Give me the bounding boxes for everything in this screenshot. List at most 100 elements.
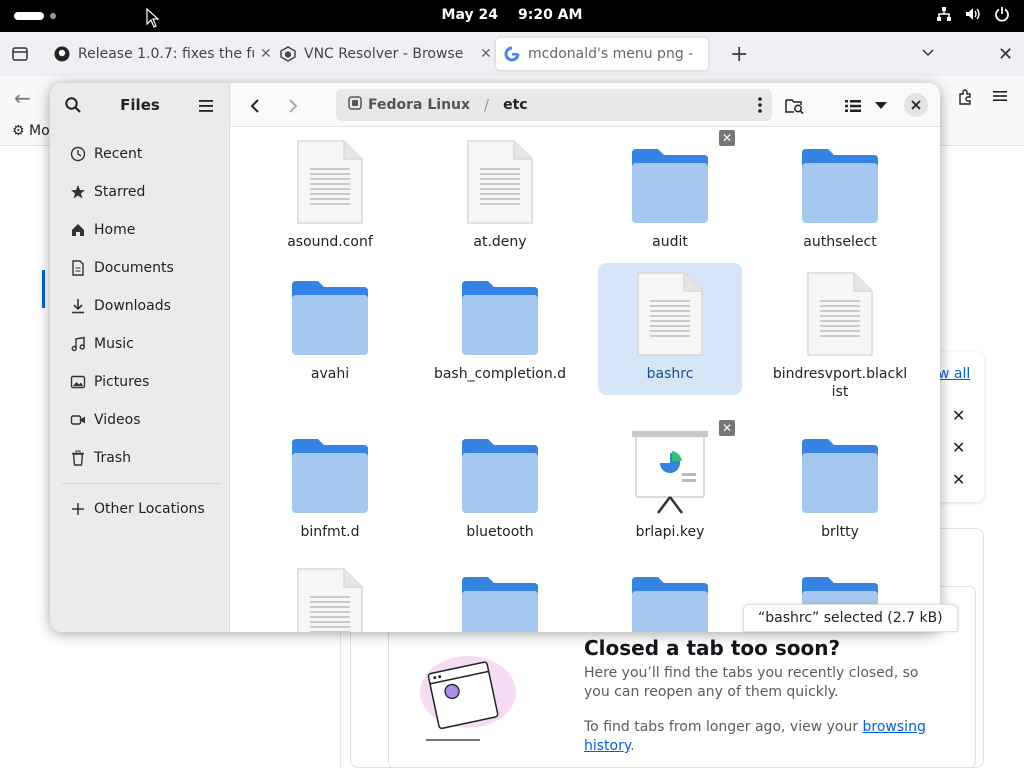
sidebar-item-label: Other Locations — [94, 501, 205, 517]
hamburger-menu-icon[interactable] — [992, 88, 1008, 108]
file-item[interactable] — [598, 559, 742, 632]
sidebar-item-other-locations[interactable]: Other Locations — [58, 490, 224, 528]
list-view-icon — [845, 100, 861, 112]
dismiss-icon[interactable]: ✕ — [952, 470, 965, 489]
sidebar-item-music[interactable]: Music — [58, 325, 224, 363]
file-item[interactable]: bluetooth — [428, 421, 572, 541]
file-name: avahi — [310, 366, 350, 382]
folder-icon — [630, 139, 710, 225]
folder-icon — [630, 567, 710, 632]
sidebar-item-recent[interactable]: Recent — [58, 135, 224, 173]
sidebar-item-label: Trash — [94, 450, 131, 466]
file-item[interactable]: at.deny — [428, 131, 572, 251]
system-tray[interactable] — [936, 6, 1010, 22]
file-item[interactable] — [258, 559, 402, 632]
back-button[interactable] — [242, 93, 268, 119]
sidebar-item-documents[interactable]: Documents — [58, 249, 224, 287]
view-options-button[interactable] — [868, 93, 894, 119]
sidebar-item-label: Documents — [94, 260, 174, 276]
extensions-icon[interactable] — [956, 88, 974, 110]
clock-icon — [70, 146, 86, 162]
file-item[interactable]: binfmt.d — [258, 421, 402, 541]
close-button[interactable] — [904, 93, 928, 117]
sidebar-item-label: Starred — [94, 184, 146, 200]
sidebar-item-home[interactable]: Home — [58, 211, 224, 249]
file-name: brlapi.key — [635, 524, 705, 540]
file-name: bashrc — [646, 366, 694, 382]
file-item[interactable]: bindresvport.blacklist — [768, 263, 912, 401]
sidebar-item-starred[interactable]: Starred — [58, 173, 224, 211]
clock-time: 9:20 AM — [517, 7, 583, 23]
dismiss-icon[interactable]: ✕ — [952, 406, 965, 425]
closed-tabs-hint: To find tabs from longer ago, view your … — [584, 718, 934, 756]
file-item[interactable]: authselect — [768, 131, 912, 251]
chevron-left-icon — [250, 99, 259, 113]
folder-icon — [290, 429, 370, 515]
view-all-link[interactable]: w all — [938, 366, 970, 382]
path-current[interactable]: etc — [503, 97, 528, 113]
browser-tab-1[interactable]: Release 1.0.7: fixes the fu ✕ — [46, 38, 280, 70]
star-icon — [70, 184, 86, 200]
sidebar-active-indicator — [42, 270, 45, 308]
close-window-icon[interactable]: ✕ — [998, 44, 1013, 65]
path-separator: / — [484, 96, 490, 114]
list-view-button[interactable] — [840, 93, 866, 119]
file-name: brltty — [821, 524, 859, 540]
file-item[interactable]: bash_completion.d — [428, 263, 572, 383]
files-headerbar: Fedora Linux / etc — [230, 83, 940, 127]
file-item[interactable]: brltty — [768, 421, 912, 541]
clock-date: May 24 — [441, 7, 498, 23]
file-item[interactable]: asound.conf — [258, 131, 402, 251]
tab-list-button[interactable] — [6, 40, 34, 68]
sidebar-item-videos[interactable]: Videos — [58, 401, 224, 439]
sidebar-item-label: Downloads — [94, 298, 171, 314]
file-name: bluetooth — [466, 524, 534, 540]
folder-icon — [460, 567, 540, 632]
file-name: authselect — [803, 234, 877, 250]
sidebar-item-label: Home — [94, 222, 136, 238]
google-icon — [504, 46, 520, 62]
close-tab-icon[interactable]: ✕ — [480, 46, 492, 62]
file-item[interactable] — [428, 559, 572, 632]
file-item[interactable]: avahi — [258, 263, 402, 383]
text-file-icon — [296, 139, 364, 225]
selection-status: “bashrc” selected (2.7 kB) — [743, 604, 958, 632]
tab-title: Release 1.0.7: fixes the fu — [78, 46, 254, 62]
path-bar[interactable]: Fedora Linux / etc — [336, 89, 772, 121]
folder-icon — [460, 429, 540, 515]
hint-suffix: . — [630, 738, 635, 754]
more-options-icon[interactable] — [758, 96, 762, 118]
dismiss-icon[interactable]: ✕ — [952, 438, 965, 457]
sidebar-item-pictures[interactable]: Pictures — [58, 363, 224, 401]
sidebar-item-label: Music — [94, 336, 134, 352]
bookmark-label: Mo — [29, 123, 50, 139]
browser-tab-3[interactable]: mcdonald's menu png - G — [496, 38, 708, 70]
closed-tab-illustration-icon — [410, 652, 520, 748]
search-folder-button[interactable] — [782, 93, 808, 119]
file-name: asound.conf — [287, 234, 373, 250]
file-item[interactable]: bashrc — [598, 263, 742, 395]
sidebar-separator — [62, 483, 220, 484]
file-item[interactable]: brlapi.key — [598, 421, 742, 541]
forward-button[interactable] — [280, 93, 306, 119]
close-tab-icon[interactable]: ✕ — [260, 46, 272, 62]
bookmark-item[interactable]: ⚙ Mo — [12, 123, 50, 139]
sidebar-item-downloads[interactable]: Downloads — [58, 287, 224, 325]
new-tab-icon[interactable]: + — [730, 42, 748, 67]
text-file-icon — [806, 271, 874, 357]
main-menu-icon[interactable] — [198, 98, 214, 117]
video-icon — [70, 412, 86, 428]
folder-icon — [800, 139, 880, 225]
sidebar-header: Files — [50, 83, 230, 127]
mouse-cursor-icon — [146, 7, 160, 32]
file-item[interactable]: audit — [598, 131, 742, 251]
tab-title: VNC Resolver - Browse — [304, 46, 464, 62]
sidebar-item-trash[interactable]: Trash — [58, 439, 224, 477]
back-arrow-icon[interactable]: ← — [14, 86, 31, 110]
browser-tab-2[interactable]: VNC Resolver - Browse ✕ — [272, 38, 500, 70]
chevron-down-icon[interactable] — [920, 44, 936, 64]
unreadable-emblem-icon: ✕ — [719, 420, 735, 436]
path-root[interactable]: Fedora Linux — [368, 97, 470, 113]
chevron-down-icon — [875, 102, 887, 109]
folder-icon — [800, 429, 880, 515]
